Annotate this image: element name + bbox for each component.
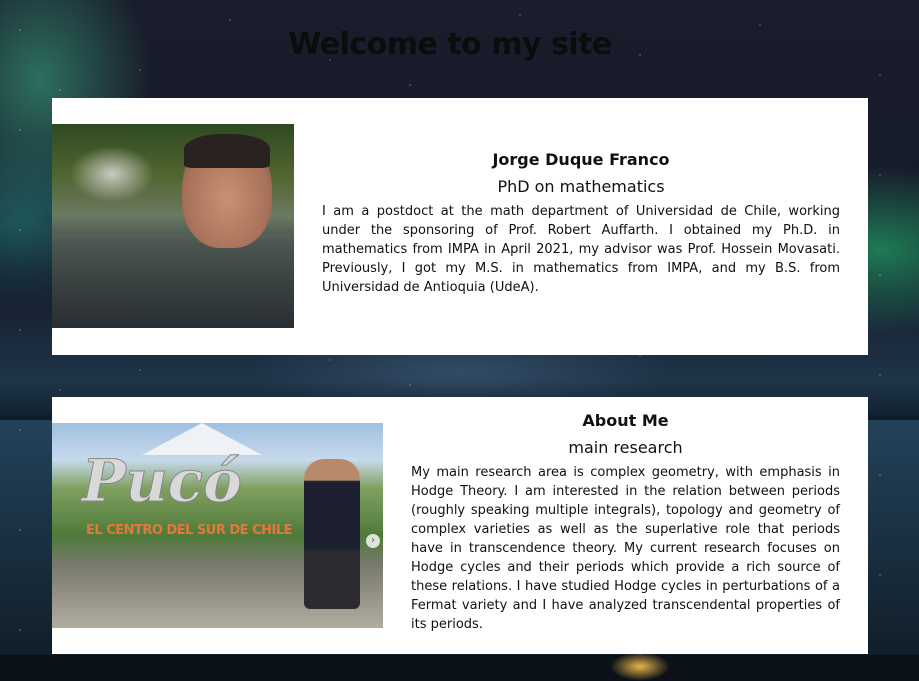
about-photo: Pucó EL CENTRO DEL SUR DE CHILE ›: [52, 423, 383, 628]
profile-card: Jorge Duque Franco PhD on mathematics I …: [52, 98, 868, 355]
about-heading: About Me: [582, 411, 669, 430]
photo-sign-sub: EL CENTRO DEL SUR DE CHILE: [86, 523, 293, 538]
photo-water: [52, 234, 294, 328]
profile-subtitle: PhD on mathematics: [497, 177, 665, 196]
carousel-next-icon[interactable]: ›: [366, 534, 380, 548]
light-glow: [610, 652, 670, 681]
page-title: Welcome to my site: [288, 27, 612, 62]
about-subtitle: main research: [568, 438, 683, 457]
ground-background: [0, 655, 919, 681]
profile-text: Jorge Duque Franco PhD on mathematics I …: [322, 150, 840, 297]
photo-sign: Pucó: [82, 447, 243, 515]
profile-name: Jorge Duque Franco: [492, 150, 670, 169]
about-card: Pucó EL CENTRO DEL SUR DE CHILE › About …: [52, 397, 868, 654]
photo-person: [304, 459, 360, 609]
profile-photo: [52, 124, 294, 328]
about-text: About Me main research My main research …: [411, 411, 840, 634]
photo-hair: [184, 134, 270, 168]
profile-bio: I am a postdoct at the math department o…: [322, 204, 840, 295]
about-paragraph: My main research area is complex geometr…: [411, 465, 840, 632]
